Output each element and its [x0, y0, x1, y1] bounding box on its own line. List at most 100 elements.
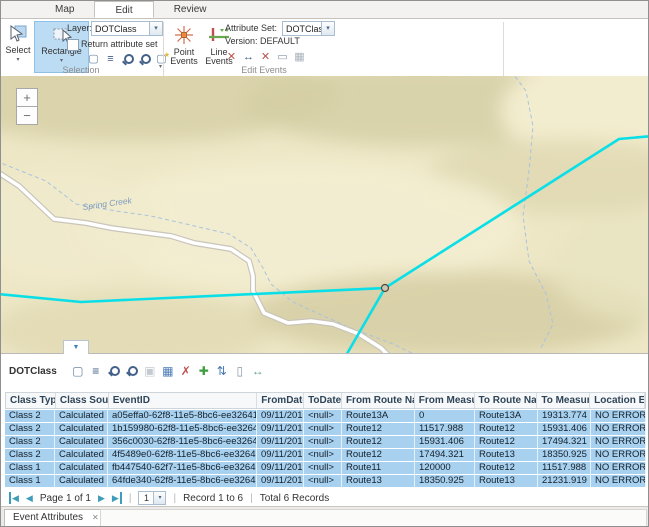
table-cell[interactable]: 1b159980-62f8-11e5-8bc6-ee32641d5ec9: [108, 423, 257, 435]
table-cell[interactable]: 120000: [415, 462, 475, 474]
table-row[interactable]: Class 2Calculated1b159980-62f8-11e5-8bc6…: [5, 423, 646, 435]
attribute-set-dropdown-button[interactable]: ▾: [321, 21, 335, 36]
chevron-down-icon[interactable]: ▾: [3, 56, 33, 65]
layer-dropdown-button[interactable]: ▾: [149, 21, 163, 36]
table-cell[interactable]: <null>: [304, 449, 342, 461]
collapse-panel-button[interactable]: ▼: [63, 340, 89, 354]
table-cell[interactable]: Calculated: [55, 449, 108, 461]
layer-combobox[interactable]: DOTClass: [91, 21, 150, 36]
table-cell[interactable]: 4f5489e0-62f8-11e5-8bc6-ee32641d5ec9: [108, 449, 257, 461]
table-cell[interactable]: Class 2: [5, 436, 55, 448]
tab-edit[interactable]: Edit: [94, 1, 153, 18]
table-cell[interactable]: Route12: [342, 436, 415, 448]
column-header-from-measure[interactable]: From Measure: [415, 393, 475, 408]
column-header-class-type[interactable]: Class Type: [6, 393, 56, 408]
table-cell[interactable]: Route11: [342, 462, 415, 474]
previous-page-button[interactable]: ◀: [26, 492, 33, 504]
measure-icon[interactable]: ↔: [251, 364, 265, 379]
zoom-in-button[interactable]: +: [16, 88, 38, 107]
table-cell[interactable]: 356c0030-62f8-11e5-8bc6-ee32641d5ec9: [108, 436, 257, 448]
split-event-icon[interactable]: ✕: [225, 51, 238, 64]
attribute-set-combobox[interactable]: DOTClass: [282, 21, 322, 36]
table-cell[interactable]: a05effa0-62f8-11e5-8bc6-ee32641d5ec9: [108, 410, 257, 422]
identify-page-icon[interactable]: ▯: [233, 364, 247, 379]
table-cell[interactable]: NO ERROR: [591, 475, 646, 487]
table-cell[interactable]: NO ERROR: [591, 436, 646, 448]
zoom-out-button[interactable]: −: [16, 106, 38, 125]
table-cell[interactable]: 11517.988: [538, 462, 591, 474]
table-row[interactable]: Class 1Calculatedfb447540-62f7-11e5-8bc6…: [5, 462, 646, 474]
table-cell[interactable]: 64fde340-62f8-11e5-8bc6-ee32641d5ec9: [108, 475, 257, 487]
table-cell[interactable]: Class 2: [5, 423, 55, 435]
table-cell[interactable]: 19313.774: [538, 410, 591, 422]
column-header-to-measure[interactable]: To Measure: [537, 393, 590, 408]
table-cell[interactable]: Route12: [475, 423, 538, 435]
table-cell[interactable]: Route12: [342, 449, 415, 461]
table-cell[interactable]: Calculated: [55, 410, 108, 422]
select-features-icon[interactable]: ▢: [71, 364, 85, 379]
column-header-eventid[interactable]: EventID: [109, 393, 258, 408]
close-icon[interactable]: ✕: [92, 512, 99, 524]
last-page-button[interactable]: ▶: [112, 492, 122, 504]
table-cell[interactable]: <null>: [304, 436, 342, 448]
table-cell[interactable]: <null>: [304, 475, 342, 487]
page-select[interactable]: 1 ▾: [138, 491, 166, 505]
show-selected-records-icon[interactable]: ≡: [89, 364, 103, 379]
append-row-icon[interactable]: ✚: [197, 364, 211, 379]
event-grid-window-icon[interactable]: ▦: [293, 51, 306, 64]
table-cell[interactable]: Route13: [475, 449, 538, 461]
route-junction-marker[interactable]: [382, 285, 389, 292]
table-cell[interactable]: Class 2: [5, 449, 55, 461]
column-header-location-error[interactable]: Location Error: [590, 393, 645, 408]
table-cell[interactable]: 17494.321: [538, 436, 591, 448]
table-cell[interactable]: <null>: [304, 462, 342, 474]
table-cell[interactable]: <null>: [304, 410, 342, 422]
table-cell[interactable]: 0: [415, 410, 475, 422]
delete-events-icon[interactable]: ✗: [179, 364, 193, 379]
table-cell[interactable]: Route12: [475, 436, 538, 448]
table-cell[interactable]: 09/11/2015: [257, 410, 304, 422]
table-cell[interactable]: 21231.919: [538, 475, 591, 487]
table-cell[interactable]: NO ERROR: [591, 423, 646, 435]
table-cell[interactable]: Route13: [342, 475, 415, 487]
table-cell[interactable]: Route13: [475, 475, 538, 487]
table-cell[interactable]: 09/11/2015: [257, 449, 304, 461]
map-canvas[interactable]: Spring Creek + −: [1, 76, 649, 353]
table-cell[interactable]: NO ERROR: [591, 449, 646, 461]
table-cell[interactable]: 11517.988: [415, 423, 475, 435]
chevron-down-icon[interactable]: ▾: [153, 492, 165, 504]
table-cell[interactable]: 15931.406: [415, 436, 475, 448]
tab-review[interactable]: Review: [154, 1, 227, 18]
table-cell[interactable]: 09/11/2015: [257, 462, 304, 474]
attribute-grid-icon[interactable]: ▦: [161, 364, 175, 379]
measure-range-icon[interactable]: ↔: [242, 51, 255, 64]
tab-event-attributes[interactable]: Event Attributes ✕: [4, 509, 108, 527]
table-cell[interactable]: Route12: [475, 462, 538, 474]
table-cell[interactable]: Route13A: [475, 410, 538, 422]
table-cell[interactable]: Class 1: [5, 462, 55, 474]
column-header-class-source[interactable]: Class Source: [56, 393, 109, 408]
table-cell[interactable]: Calculated: [55, 436, 108, 448]
table-cell[interactable]: 17494.321: [415, 449, 475, 461]
table-cell[interactable]: 09/11/2015: [257, 436, 304, 448]
column-header-from-route-name[interactable]: From Route Name: [342, 393, 415, 408]
table-row[interactable]: Class 2Calculated356c0030-62f8-11e5-8bc6…: [5, 436, 646, 448]
sort-icon[interactable]: ⇅: [215, 364, 229, 379]
table-cell[interactable]: Route12: [342, 423, 415, 435]
table-cell[interactable]: NO ERROR: [591, 410, 646, 422]
table-cell[interactable]: Class 1: [5, 475, 55, 487]
table-row[interactable]: Class 1Calculated64fde340-62f8-11e5-8bc6…: [5, 475, 646, 487]
next-page-button[interactable]: ▶: [98, 492, 105, 504]
event-window-icon[interactable]: ▭: [276, 51, 289, 64]
table-cell[interactable]: Route13A: [342, 410, 415, 422]
table-row[interactable]: Class 2Calculateda05effa0-62f8-11e5-8bc6…: [5, 410, 646, 422]
table-cell[interactable]: Class 2: [5, 410, 55, 422]
table-cell[interactable]: fb447540-62f7-11e5-8bc6-ee32641d5ec9: [108, 462, 257, 474]
snap-event-icon[interactable]: ✕: [259, 51, 272, 64]
table-cell[interactable]: 09/11/2015: [257, 423, 304, 435]
pan-to-selection-icon[interactable]: [125, 364, 139, 379]
table-cell[interactable]: 15931.406: [538, 423, 591, 435]
column-header-to-route-name[interactable]: To Route Name: [475, 393, 538, 408]
column-header-todate[interactable]: ToDate: [304, 393, 342, 408]
table-cell[interactable]: Calculated: [55, 423, 108, 435]
